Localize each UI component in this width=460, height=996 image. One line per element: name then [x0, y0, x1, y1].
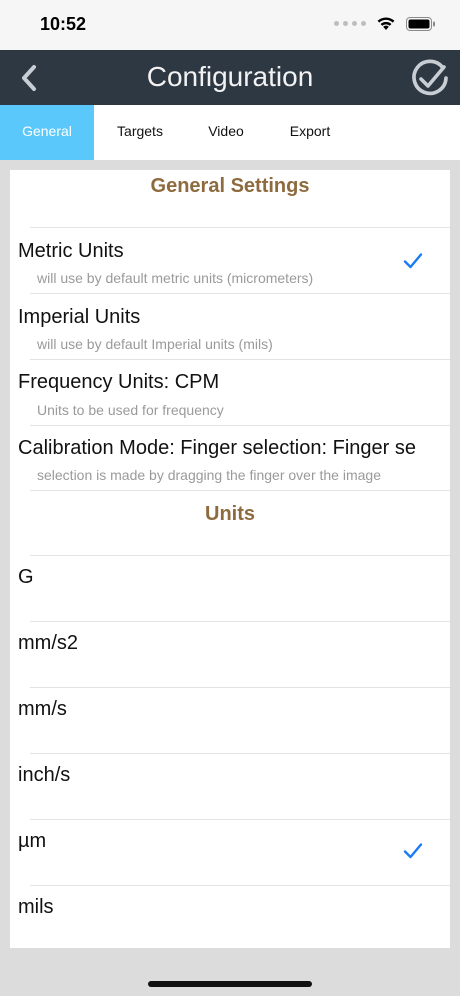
setting-subtitle: Units to be used for frequency: [37, 402, 224, 418]
status-icons: [334, 16, 436, 31]
unit-inch-s[interactable]: inch/s: [10, 754, 450, 819]
wifi-icon: [377, 17, 395, 30]
unit-label: µm: [18, 830, 47, 852]
setting-imperial-units[interactable]: Imperial Units will use by default Imper…: [10, 294, 450, 359]
unit-label: mm/s2: [18, 632, 78, 654]
check-circle-icon[interactable]: [410, 58, 450, 98]
home-indicator: [148, 981, 312, 987]
tab-general[interactable]: General: [0, 105, 94, 160]
unit-um[interactable]: µm: [10, 820, 450, 885]
tab-targets[interactable]: Targets: [94, 105, 186, 160]
tab-video[interactable]: Video: [186, 105, 266, 160]
page-title: Configuration: [146, 61, 314, 92]
setting-metric-units[interactable]: Metric Units will use by default metric …: [10, 228, 450, 293]
unit-label: mils: [18, 896, 54, 918]
status-bar: 10:52: [0, 0, 460, 50]
settings-list: General Settings Metric Units will use b…: [10, 170, 450, 948]
section-header-general: General Settings: [150, 175, 310, 197]
setting-title: Metric Units: [18, 240, 124, 262]
unit-label: inch/s: [18, 764, 71, 786]
unit-mm-s[interactable]: mm/s: [10, 688, 450, 753]
unit-label: mm/s: [18, 698, 67, 720]
tab-bar: General Targets Video Export: [0, 105, 460, 160]
unit-g[interactable]: G: [10, 556, 450, 621]
section-header-units: Units: [205, 503, 255, 525]
unit-label: G: [18, 566, 34, 588]
navigation-bar: Configuration: [0, 50, 460, 105]
unit-mils[interactable]: mils: [10, 886, 450, 948]
setting-calibration-mode[interactable]: Calibration Mode: Finger selection: Fing…: [10, 426, 450, 490]
setting-title: Imperial Units: [18, 306, 141, 328]
tab-export[interactable]: Export: [266, 105, 354, 160]
battery-icon: [406, 16, 435, 31]
setting-subtitle: selection is made by dragging the finger…: [37, 467, 381, 483]
setting-subtitle: will use by default metric units (microm…: [37, 270, 314, 286]
setting-title: Frequency Units: CPM: [18, 371, 220, 393]
unit-mm-s2[interactable]: mm/s2: [10, 622, 450, 687]
setting-frequency-units[interactable]: Frequency Units: CPM Units to be used fo…: [10, 360, 450, 425]
divider: [30, 490, 450, 491]
checkmark-icon: [403, 843, 423, 859]
signal-dots-icon: [334, 21, 366, 27]
setting-subtitle: will use by default Imperial units (mils…: [37, 336, 273, 352]
checkmark-icon: [403, 253, 423, 269]
status-time: 10:52: [40, 14, 87, 34]
setting-title: Calibration Mode: Finger selection: Fing…: [18, 437, 416, 459]
